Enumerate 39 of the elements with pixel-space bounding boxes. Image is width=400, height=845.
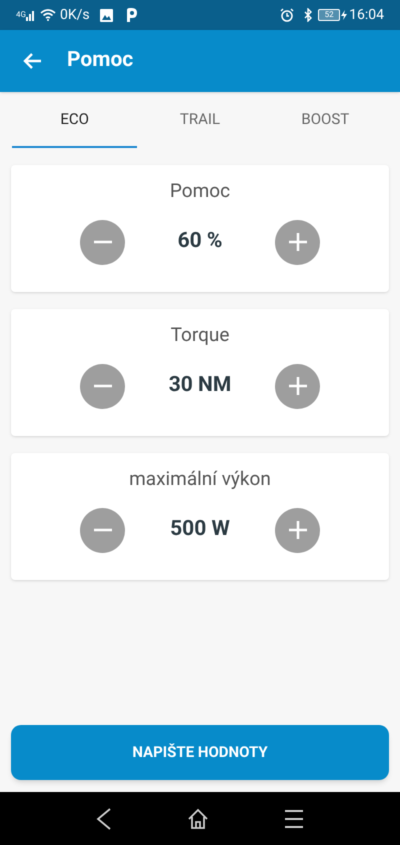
menu-icon — [284, 808, 304, 828]
home-icon — [187, 808, 209, 830]
setting-label: Pomoc — [170, 178, 230, 204]
mode-tab[interactable]: BOOST — [262, 92, 388, 148]
decrease-button[interactable] — [80, 364, 125, 408]
wifi-icon — [40, 9, 56, 21]
setting-value: 30 NM — [168, 372, 232, 400]
p-app-icon — [124, 8, 137, 22]
plus-icon — [288, 233, 306, 251]
minus-icon — [94, 384, 112, 388]
home-button[interactable] — [187, 808, 209, 830]
decrease-button[interactable] — [80, 220, 125, 264]
chevron-left-icon — [96, 808, 112, 830]
alarm-icon — [280, 8, 294, 22]
mode-tab[interactable]: ECO — [12, 92, 138, 148]
bluetooth-icon — [304, 8, 312, 22]
setting-value: 60 % — [176, 228, 224, 256]
minus-icon — [94, 528, 112, 532]
submit-button[interactable]: NAPIŠTE HODNOTY — [11, 725, 389, 780]
image-icon — [100, 8, 113, 22]
clock-time: 16:04 — [349, 6, 384, 24]
network-type: 4G — [16, 11, 26, 19]
plus-icon — [288, 521, 306, 539]
mode-tab[interactable]: TRAIL — [137, 92, 263, 148]
setting-label: maximální výkon — [129, 466, 271, 492]
signal-icon — [26, 9, 36, 21]
setting-label: Torque — [170, 322, 230, 348]
plus-icon — [288, 377, 306, 395]
increase-button[interactable] — [275, 364, 320, 408]
increase-button[interactable] — [275, 508, 320, 552]
minus-icon — [94, 240, 112, 244]
page-title: Pomoc — [67, 47, 134, 74]
setting-value: 500 W — [169, 516, 231, 544]
back-nav-button[interactable] — [96, 808, 112, 830]
decrease-button[interactable] — [80, 508, 125, 552]
network-speed: 0K/s — [60, 6, 90, 24]
menu-button[interactable] — [284, 808, 304, 828]
increase-button[interactable] — [275, 220, 320, 264]
back-arrow-icon — [22, 52, 42, 70]
